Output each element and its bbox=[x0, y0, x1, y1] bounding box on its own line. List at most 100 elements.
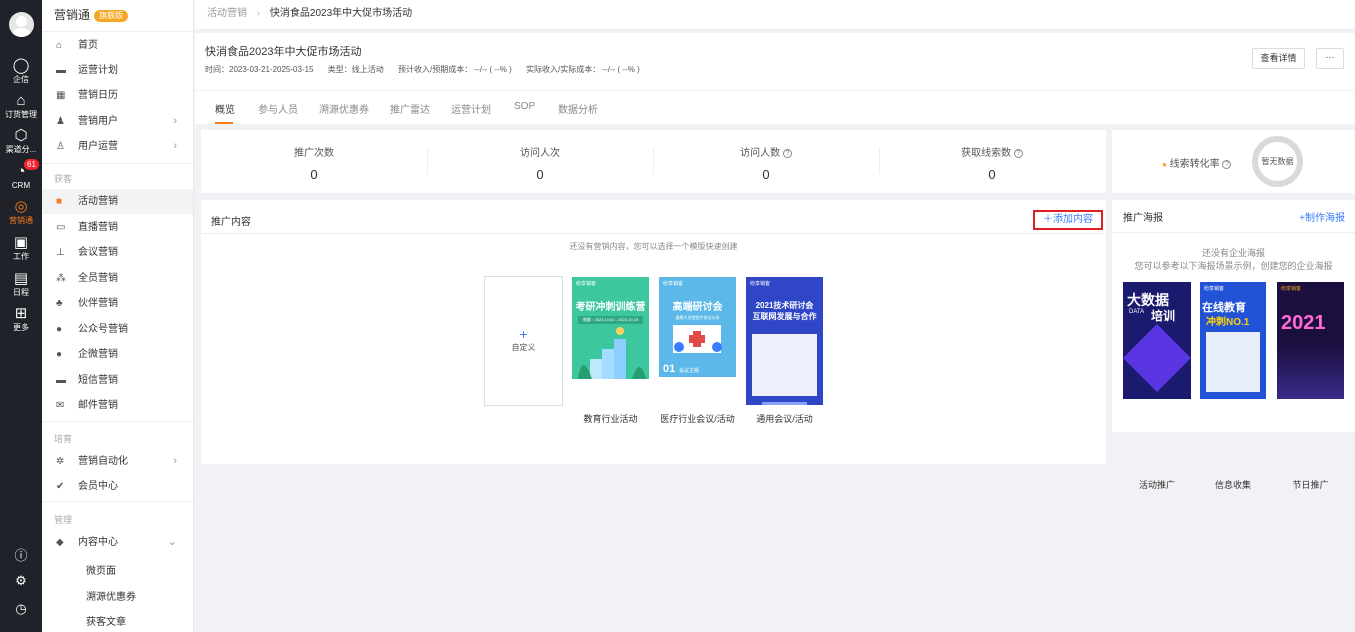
template-footer bbox=[659, 377, 736, 405]
make-poster-button[interactable]: +制作海报 bbox=[1299, 209, 1345, 224]
template-thumbnail[interactable]: 纷享销客 高端研讨会 健康大讲堂医疗前沿分享 01 会议主题 bbox=[659, 277, 736, 405]
help-icon[interactable]: ? bbox=[1222, 159, 1232, 169]
user-ops-icon: ♙ bbox=[56, 141, 65, 152]
rail-item-qixin[interactable]: ◯ 企信 bbox=[0, 57, 42, 85]
stat-leads: 获取线索数 ? 0 bbox=[879, 144, 1105, 182]
menu-item-user-ops[interactable]: ♙ 用户运营 › bbox=[42, 134, 193, 159]
menu-item-staff[interactable]: ⁂ 全员营销 bbox=[42, 266, 193, 291]
help-icon[interactable]: ? bbox=[1013, 148, 1023, 158]
rail-label: 更多 bbox=[13, 323, 29, 332]
tab-coupons[interactable]: 溯源优惠券 bbox=[319, 101, 369, 116]
menu-item-mail[interactable]: ✉ 邮件营销 bbox=[42, 393, 193, 418]
meta-expected: 预计收入/预期成本： --/-- ( --% ) bbox=[397, 65, 512, 74]
menu-item-users[interactable]: ♟ 营销用户 › bbox=[42, 109, 193, 134]
settings-icon[interactable]: ⚙ bbox=[0, 573, 42, 589]
stat-label: 访问人次 bbox=[520, 148, 560, 159]
automation-icon: ✲ bbox=[56, 456, 65, 467]
dot-icon: ● bbox=[1162, 160, 1167, 169]
rail-label: CRM bbox=[11, 181, 31, 190]
poster-tag: 纷享销客 bbox=[1281, 286, 1302, 292]
menu-item-calendar[interactable]: ▦ 营销日历 bbox=[42, 83, 193, 108]
template-thumbnail[interactable]: 纷享销客 考研冲刺训练营 限额 · 2023.10.01 - 2023.10.1… bbox=[572, 277, 649, 405]
submenu-item-micropage[interactable]: 微页面 bbox=[86, 562, 116, 577]
rail-label: 营销通 bbox=[9, 216, 33, 225]
rail-item-more[interactable]: ⊞ 更多 bbox=[0, 305, 42, 333]
box-icon: ⬡ bbox=[14, 127, 28, 144]
template-thumbnail[interactable]: 纷享销客 2021技术研讨会 互联网发展与合作 bbox=[746, 277, 823, 405]
add-content-label: 添加内容 bbox=[1053, 214, 1093, 225]
avatar[interactable] bbox=[9, 12, 34, 37]
menu-item-wecom[interactable]: ● 企微营销 bbox=[42, 342, 193, 367]
tab-sop[interactable]: SOP bbox=[514, 101, 535, 112]
menu-item-label: 用户运营 bbox=[78, 141, 118, 152]
template-brand: 纷享销客 bbox=[576, 281, 597, 287]
submenu-item-article[interactable]: 获客文章 bbox=[86, 613, 126, 628]
menu-item-label: 首页 bbox=[78, 40, 98, 51]
breadcrumb-parent[interactable]: 活动营销 bbox=[207, 8, 247, 19]
brand-name: 营销通 bbox=[54, 8, 91, 22]
rail-label: 日程 bbox=[13, 288, 29, 297]
clock-icon[interactable]: ◷ bbox=[0, 601, 42, 617]
active-tab-indicator bbox=[215, 122, 233, 124]
menu-item-plan[interactable]: ▬ 运营计划 bbox=[42, 58, 193, 83]
tab-ops-plan[interactable]: 运营计划 bbox=[451, 101, 491, 116]
poster-sub-text: 培训 bbox=[1151, 309, 1176, 323]
plus-icon: + bbox=[519, 326, 528, 342]
rail-item-order[interactable]: ⌂ 订货管理 bbox=[0, 92, 42, 120]
tab-radar[interactable]: 推广雷达 bbox=[390, 101, 430, 116]
conversion-card: ● 线索转化率 ? 暂无数据 bbox=[1112, 130, 1355, 193]
view-details-button[interactable]: 查看详情 bbox=[1252, 48, 1305, 69]
menu-item-automation[interactable]: ✲ 营销自动化 › bbox=[42, 449, 193, 474]
stat-value: 0 bbox=[762, 167, 770, 182]
template-caption: 教育行业活动 bbox=[583, 414, 638, 424]
add-content-button[interactable]: ＋添加内容 bbox=[1033, 210, 1103, 230]
tab-analytics[interactable]: 数据分析 bbox=[558, 101, 598, 116]
menu-item-activity[interactable]: ■ 活动营销 bbox=[42, 189, 193, 214]
empty-hint: 还没有营销内容，您可以选择一个模版快速创建 bbox=[569, 242, 738, 251]
rail-item-marketing[interactable]: ◎ 营销通 bbox=[0, 198, 42, 226]
work-icon: ▣ bbox=[13, 234, 29, 251]
home-icon: ⌂ bbox=[56, 40, 63, 51]
tab-participants[interactable]: 参与人员 bbox=[258, 101, 298, 116]
template-number: 01 bbox=[663, 363, 676, 375]
rail-item-schedule[interactable]: ▤ 日程 bbox=[0, 270, 42, 298]
marketing-icon: ◎ bbox=[14, 198, 28, 215]
live-icon: ▭ bbox=[56, 222, 66, 233]
tab-overview[interactable]: 概览 bbox=[215, 101, 235, 116]
rail-item-channel[interactable]: ⬡ 渠道分... bbox=[0, 127, 42, 155]
stat-value: 0 bbox=[536, 167, 544, 182]
poster-thumbnail[interactable]: 纷享销客 2021 bbox=[1277, 282, 1344, 399]
menu-item-partner[interactable]: ♣ 伙伴营销 bbox=[42, 291, 193, 316]
menu-item-live[interactable]: ▭ 直播营销 bbox=[42, 215, 193, 240]
menu-item-sms[interactable]: ▬ 短信营销 bbox=[42, 368, 193, 393]
submenu-item-coupon[interactable]: 溯源优惠券 bbox=[86, 588, 136, 603]
template-caption: 通用会议/活动 bbox=[756, 414, 813, 424]
menu-item-wechat[interactable]: ● 公众号营销 bbox=[42, 317, 193, 342]
menu-item-label: 全员营销 bbox=[78, 273, 118, 284]
poster-thumbnail[interactable]: 大数据 DATA 培训 bbox=[1123, 282, 1191, 399]
poster-empty-hint: 您可以参考以下海报场景示例，创建您的企业海报 bbox=[1134, 261, 1333, 271]
help-icon[interactable]: ⓘ bbox=[0, 545, 42, 564]
partner-icon: ♣ bbox=[56, 298, 63, 309]
menu-item-meeting[interactable]: ⊥ 会议营销 bbox=[42, 240, 193, 265]
menu-item-content-center[interactable]: ◆ 内容中心 ⌄ bbox=[42, 530, 193, 555]
menu-item-member[interactable]: ✔ 会员中心 bbox=[42, 474, 193, 499]
template-body bbox=[752, 334, 817, 396]
rail-item-work[interactable]: ▣ 工作 bbox=[0, 234, 42, 262]
custom-template-card[interactable]: + 自定义 bbox=[484, 276, 563, 406]
breadcrumb: 活动营销 › 快消食品2023年中大促市场活动 bbox=[195, 0, 1355, 30]
wechat-icon: ● bbox=[56, 324, 63, 335]
menu-item-home[interactable]: ⌂ 首页 bbox=[42, 33, 193, 58]
poster-decoration bbox=[1277, 344, 1344, 399]
content-icon: ◆ bbox=[56, 537, 64, 548]
menu-item-label: 运营计划 bbox=[78, 65, 118, 76]
stat-label: 访问人数 bbox=[740, 148, 781, 159]
poster-form bbox=[1206, 332, 1260, 392]
divider bbox=[42, 501, 193, 502]
rail-item-crm[interactable]: ◔ 61 CRM bbox=[0, 159, 42, 191]
help-icon[interactable]: ? bbox=[782, 148, 792, 158]
poster-thumbnail[interactable]: 纷享销客 在线教育 冲刺NO.1 bbox=[1200, 282, 1266, 399]
users-icon: ♟ bbox=[56, 116, 65, 127]
content-panel: 推广内容 ＋添加内容 还没有营销内容，您可以选择一个模版快速创建 + 自定义 纷… bbox=[201, 200, 1106, 464]
more-button[interactable]: ··· bbox=[1316, 48, 1344, 69]
